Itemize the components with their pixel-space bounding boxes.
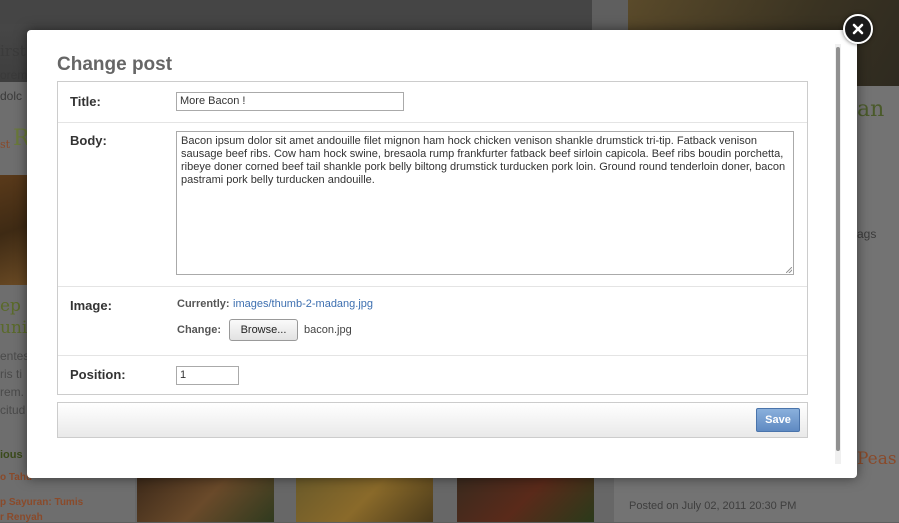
scrollbar-thumb[interactable] bbox=[836, 47, 840, 451]
bg-text: Posted on July 02, 2011 20:30 PM bbox=[629, 500, 797, 512]
food-photo bbox=[0, 175, 28, 285]
position-row: Position: 1 bbox=[58, 355, 807, 395]
image-row: Image: Currently: images/thumb-2-madang.… bbox=[58, 286, 807, 356]
chosen-file-name: bacon.jpg bbox=[304, 324, 352, 336]
bg-text: irst bbox=[0, 42, 26, 60]
title-input[interactable]: More Bacon ! bbox=[176, 92, 404, 111]
bg-text: r Renyah bbox=[0, 512, 43, 523]
thumbnail-image bbox=[457, 478, 594, 522]
resize-grip-icon[interactable] bbox=[786, 267, 792, 273]
bg-text: ags bbox=[857, 227, 877, 241]
bg-text: entes bbox=[0, 349, 30, 363]
current-image-link[interactable]: images/thumb-2-madang.jpg bbox=[233, 298, 373, 310]
save-button[interactable]: Save bbox=[756, 408, 800, 432]
close-icon bbox=[852, 23, 864, 35]
bg-text: dolc bbox=[0, 89, 23, 103]
bg-text: st bbox=[0, 138, 11, 151]
dialog-title: Change post bbox=[57, 54, 173, 75]
title-label: Title: bbox=[70, 94, 101, 109]
body-label: Body: bbox=[70, 133, 107, 148]
title-row: Title: More Bacon ! bbox=[58, 82, 807, 123]
position-input[interactable]: 1 bbox=[176, 366, 239, 385]
form-actions-bar: Save bbox=[57, 402, 808, 438]
bg-text: Peas bbox=[857, 449, 897, 469]
body-row: Body: Bacon ipsum dolor sit amet andouil… bbox=[58, 122, 807, 287]
position-label: Position: bbox=[70, 367, 126, 382]
thumbnail-image bbox=[137, 478, 274, 522]
browse-button[interactable]: Browse... bbox=[229, 319, 298, 341]
change-label: Change: bbox=[177, 324, 221, 336]
thumbnail-image bbox=[296, 478, 433, 522]
bg-text: citud bbox=[0, 403, 26, 417]
body-text: Bacon ipsum dolor sit amet andouille fil… bbox=[181, 135, 786, 186]
bg-text: orem bbox=[0, 68, 28, 82]
bg-text: rem. bbox=[0, 385, 24, 399]
dialog-scrollbar[interactable] bbox=[835, 44, 841, 464]
bg-text: an bbox=[857, 97, 885, 122]
bg-text: ious bbox=[0, 449, 23, 461]
change-post-dialog: Change post Title: More Bacon ! Body: Ba… bbox=[27, 30, 857, 478]
currently-label: Currently: bbox=[177, 298, 230, 310]
bg-text: p Sayuran: Tumis bbox=[0, 497, 84, 508]
close-button[interactable] bbox=[843, 14, 873, 44]
bg-text: ris ti bbox=[0, 367, 22, 381]
body-textarea[interactable]: Bacon ipsum dolor sit amet andouille fil… bbox=[176, 131, 794, 275]
image-label: Image: bbox=[70, 298, 112, 313]
post-form: Title: More Bacon ! Body: Bacon ipsum do… bbox=[57, 81, 808, 395]
